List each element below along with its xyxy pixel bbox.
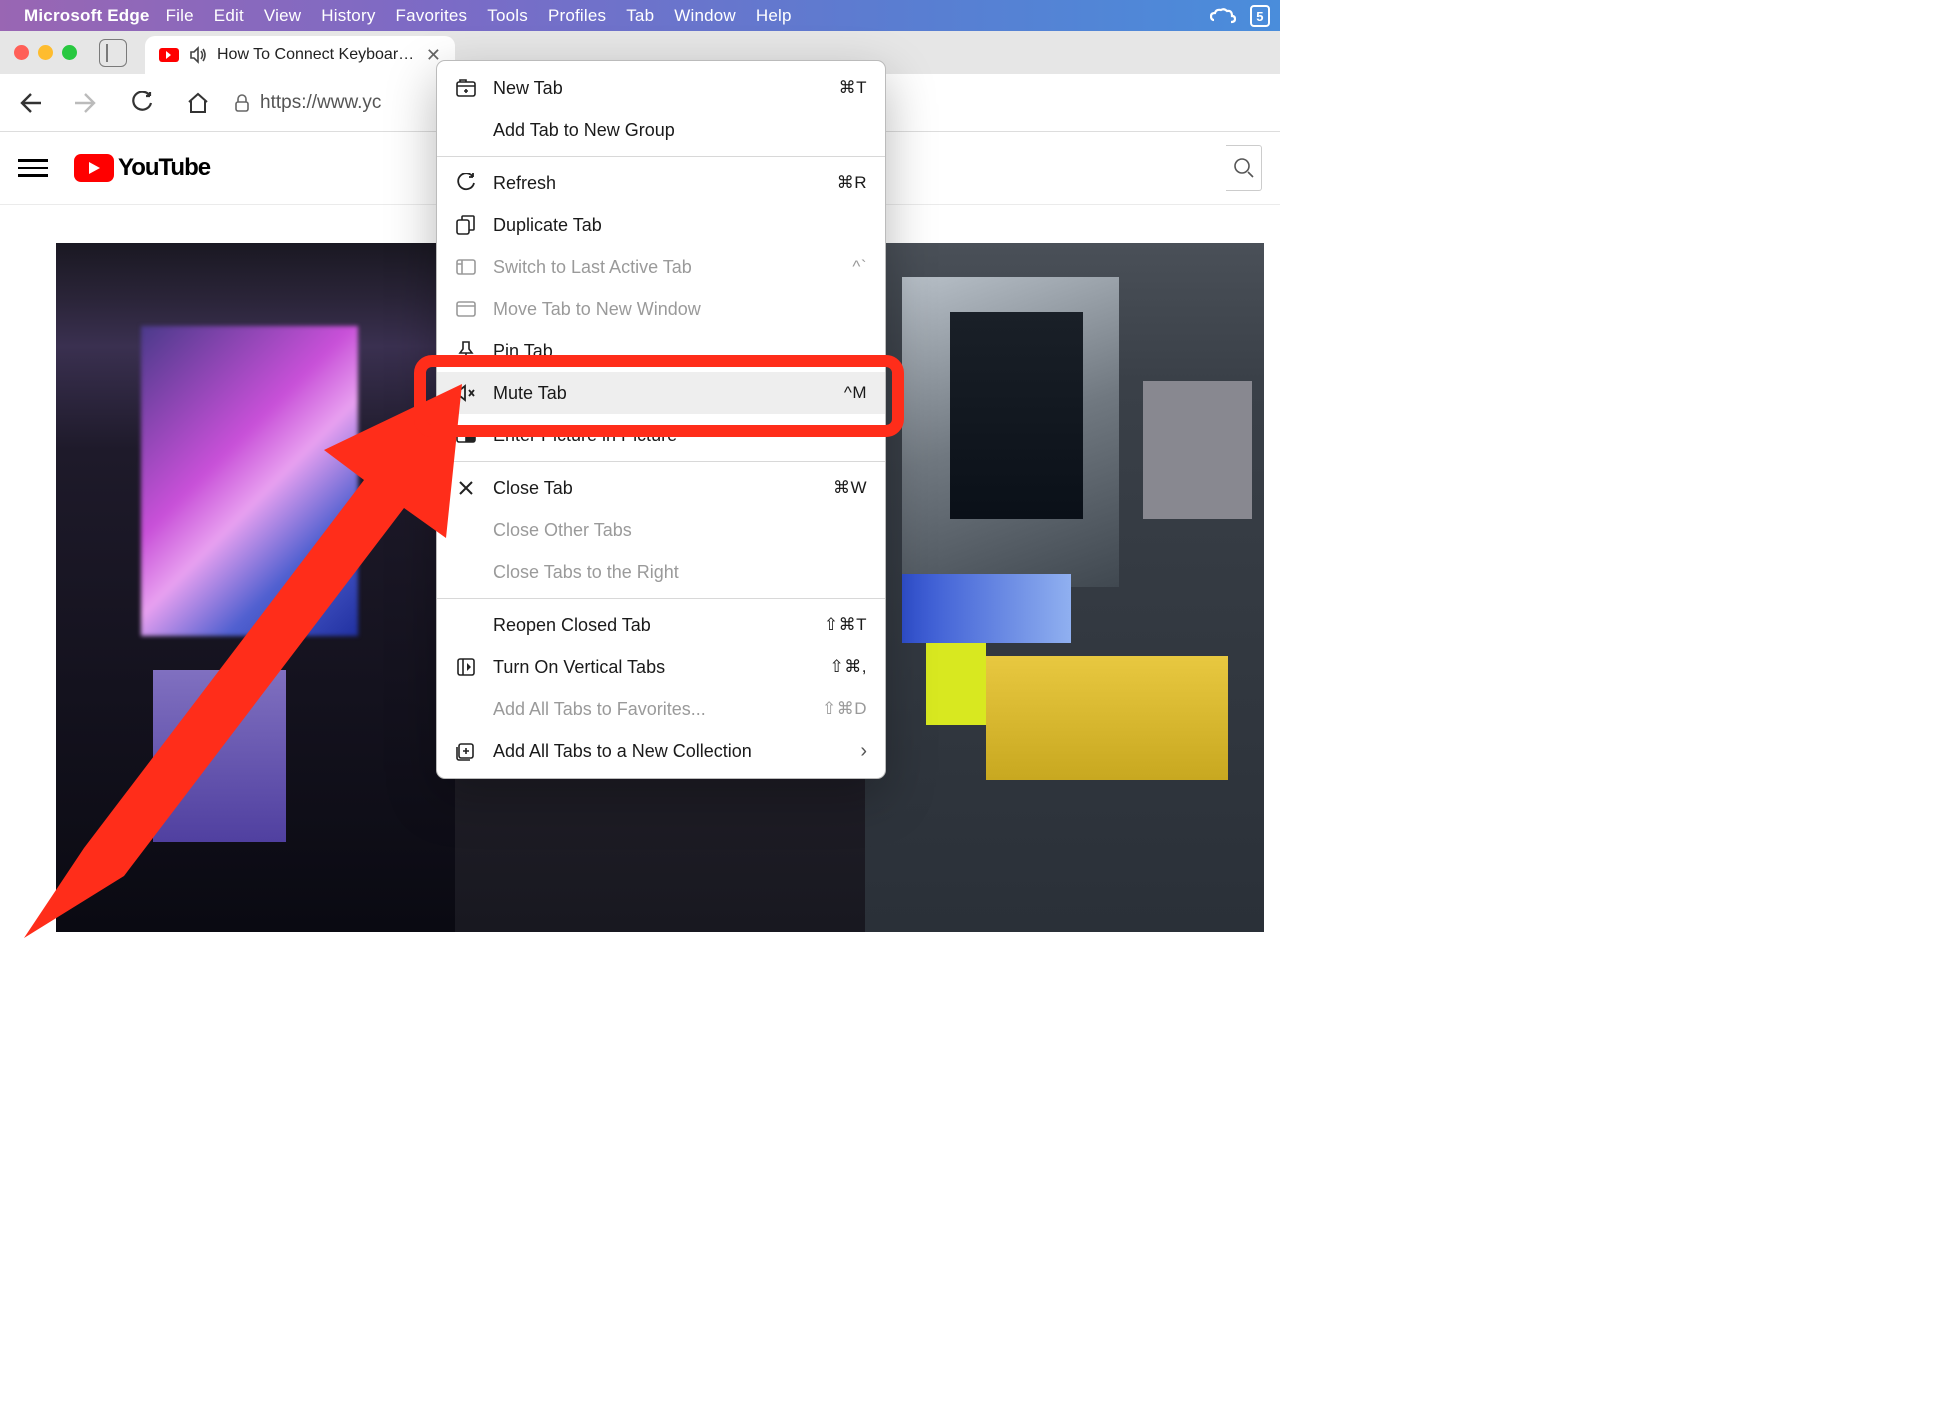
chevron-right-icon: › xyxy=(860,740,867,763)
vertical-icon xyxy=(455,656,477,678)
address-bar[interactable]: https://www.yc xyxy=(234,92,381,114)
fullscreen-window-button[interactable] xyxy=(62,45,77,60)
youtube-logo[interactable]: YouTube xyxy=(74,154,210,182)
blank-icon xyxy=(455,519,477,541)
context-close-other: Close Other Tabs xyxy=(437,509,885,551)
menu-help[interactable]: Help xyxy=(756,6,792,26)
context-shortcut: ⇧⌘, xyxy=(830,657,867,677)
window-icon xyxy=(455,298,477,320)
search-button[interactable] xyxy=(1226,145,1262,191)
context-label: Close Tab xyxy=(493,478,817,499)
blank-icon xyxy=(455,119,477,141)
pip-icon xyxy=(455,424,477,446)
context-label: Reopen Closed Tab xyxy=(493,615,808,636)
context-new-tab[interactable]: New Tab ⌘T xyxy=(437,67,885,109)
menu-favorites[interactable]: Favorites xyxy=(396,6,468,26)
context-add-collection[interactable]: Add All Tabs to a New Collection › xyxy=(437,730,885,772)
context-shortcut: ⇧⌘T xyxy=(824,615,867,635)
tab-title: How To Connect Keyboar… xyxy=(217,46,414,64)
switch-icon xyxy=(455,256,477,278)
audio-playing-icon[interactable] xyxy=(189,46,207,64)
context-label: Refresh xyxy=(493,173,821,194)
lock-icon xyxy=(234,94,250,112)
context-move-window: Move Tab to New Window xyxy=(437,288,885,330)
context-label: Turn On Vertical Tabs xyxy=(493,657,814,678)
context-label: Switch to Last Active Tab xyxy=(493,257,836,278)
menu-tools[interactable]: Tools xyxy=(487,6,528,26)
shield-icon[interactable]: 5 xyxy=(1250,5,1270,27)
context-add-fav: Add All Tabs to Favorites... ⇧⌘D xyxy=(437,688,885,730)
context-shortcut: ⌘W xyxy=(833,478,867,498)
plus-tab-icon xyxy=(455,77,477,99)
menu-tab[interactable]: Tab xyxy=(626,6,654,26)
menu-history[interactable]: History xyxy=(321,6,375,26)
close-window-button[interactable] xyxy=(14,45,29,60)
macos-menubar: Microsoft Edge File Edit View History Fa… xyxy=(0,0,1280,31)
tab-actions-button[interactable] xyxy=(99,39,127,67)
guide-menu-button[interactable] xyxy=(18,159,48,177)
cloud-icon[interactable] xyxy=(1210,8,1236,24)
menu-window[interactable]: Window xyxy=(674,6,736,26)
context-label: Add Tab to New Group xyxy=(493,120,867,141)
youtube-play-icon xyxy=(74,154,114,182)
context-close-right: Close Tabs to the Right xyxy=(437,551,885,593)
menu-view[interactable]: View xyxy=(264,6,301,26)
context-shortcut: ⌘R xyxy=(837,173,867,193)
close-icon xyxy=(455,477,477,499)
menu-edit[interactable]: Edit xyxy=(214,6,244,26)
context-label: Mute Tab xyxy=(493,383,828,404)
svg-text:5: 5 xyxy=(1256,9,1263,24)
window-controls xyxy=(14,45,77,60)
context-duplicate[interactable]: Duplicate Tab xyxy=(437,204,885,246)
context-label: New Tab xyxy=(493,78,823,99)
url-text: https://www.yc xyxy=(260,92,381,114)
context-reopen[interactable]: Reopen Closed Tab ⇧⌘T xyxy=(437,604,885,646)
blank-icon xyxy=(455,698,477,720)
context-label: Close Tabs to the Right xyxy=(493,562,867,583)
context-label: Move Tab to New Window xyxy=(493,299,867,320)
tab-context-menu: New Tab ⌘T Add Tab to New Group Refresh ⌘R Du… xyxy=(436,60,886,779)
context-shortcut: ⌘T xyxy=(839,78,867,98)
forward-button[interactable] xyxy=(66,83,106,123)
context-mute[interactable]: Mute Tab ^M xyxy=(437,372,885,414)
context-shortcut: ⇧⌘D xyxy=(822,699,867,719)
blank-icon xyxy=(455,561,477,583)
context-add-group[interactable]: Add Tab to New Group xyxy=(437,109,885,151)
refresh-button[interactable] xyxy=(122,83,162,123)
pin-icon xyxy=(455,340,477,362)
context-label: Pin Tab xyxy=(493,341,867,362)
youtube-wordmark: YouTube xyxy=(118,154,210,182)
youtube-favicon-icon xyxy=(159,48,179,62)
refresh-icon xyxy=(455,172,477,194)
context-label: Enter Picture in Picture xyxy=(493,425,867,446)
blank-icon xyxy=(455,614,477,636)
browser-tab[interactable]: How To Connect Keyboar… ✕ xyxy=(145,36,455,74)
context-label: Duplicate Tab xyxy=(493,215,867,236)
menu-profiles[interactable]: Profiles xyxy=(548,6,606,26)
context-label: Close Other Tabs xyxy=(493,520,867,541)
context-shortcut: ^M xyxy=(844,383,867,403)
home-button[interactable] xyxy=(178,83,218,123)
context-refresh[interactable]: Refresh ⌘R xyxy=(437,162,885,204)
context-pin[interactable]: Pin Tab xyxy=(437,330,885,372)
minimize-window-button[interactable] xyxy=(38,45,53,60)
collection-icon xyxy=(455,740,477,762)
context-label: Add All Tabs to Favorites... xyxy=(493,699,806,720)
context-shortcut: ^` xyxy=(852,257,867,277)
context-switch-last: Switch to Last Active Tab ^` xyxy=(437,246,885,288)
back-button[interactable] xyxy=(10,83,50,123)
context-close[interactable]: Close Tab ⌘W xyxy=(437,467,885,509)
context-vertical[interactable]: Turn On Vertical Tabs ⇧⌘, xyxy=(437,646,885,688)
context-pip[interactable]: Enter Picture in Picture xyxy=(437,414,885,456)
menu-file[interactable]: File xyxy=(166,6,194,26)
app-name[interactable]: Microsoft Edge xyxy=(24,6,150,26)
mute-icon xyxy=(455,382,477,404)
duplicate-icon xyxy=(455,214,477,236)
context-label: Add All Tabs to a New Collection xyxy=(493,741,844,762)
